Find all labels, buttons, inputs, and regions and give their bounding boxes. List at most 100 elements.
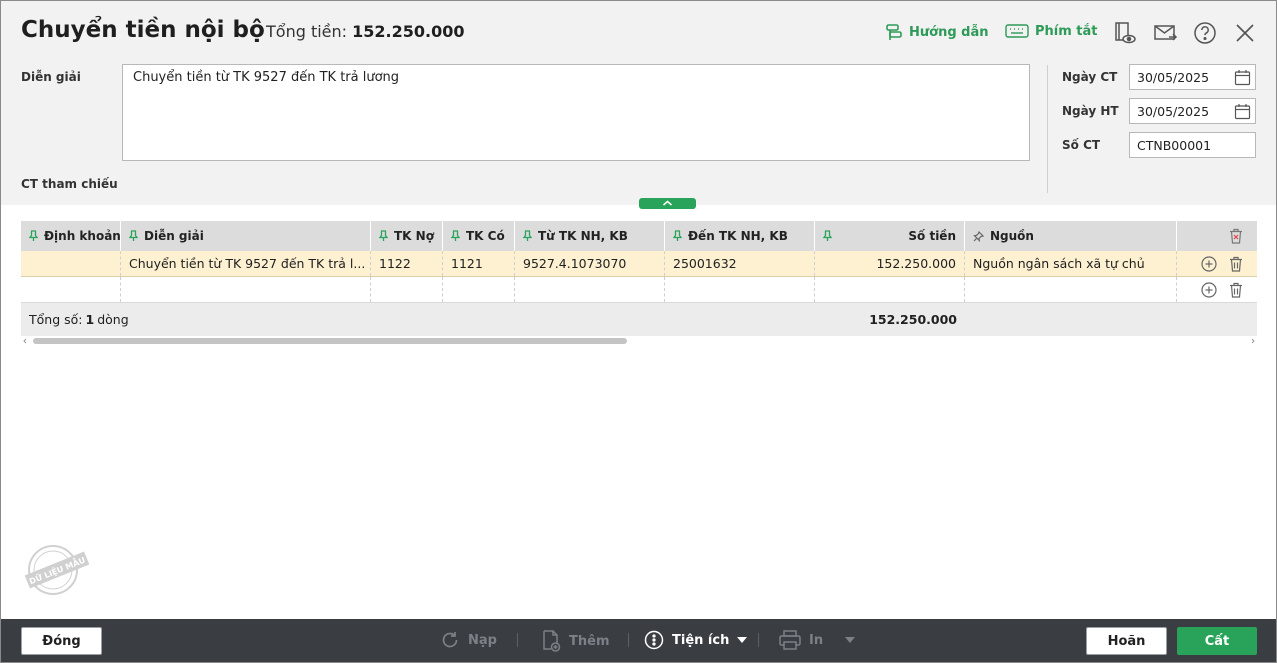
close-button[interactable]: Đóng — [21, 627, 102, 655]
table-row-empty[interactable] — [21, 277, 1257, 303]
collapse-toggle[interactable] — [639, 198, 696, 209]
pin-icon[interactable] — [29, 230, 38, 242]
signpost-icon — [886, 24, 902, 40]
page-title: Chuyển tiền nội bộ — [21, 17, 265, 43]
preview-icon[interactable] — [1112, 20, 1138, 46]
cell-from-account-empty[interactable] — [515, 277, 665, 302]
doc-no-field[interactable]: CTNB00001 — [1129, 132, 1256, 158]
save-button[interactable]: Cất — [1177, 627, 1257, 655]
cell-credit[interactable]: 1121 — [443, 251, 515, 276]
reference-label: CT tham chiếu — [21, 177, 118, 191]
cell-to-account-empty[interactable] — [665, 277, 815, 302]
delete-row-icon[interactable] — [1229, 256, 1243, 272]
email-icon[interactable] — [1152, 20, 1178, 46]
add-row-icon[interactable] — [1201, 281, 1217, 298]
amount-total: 152.250.000 — [869, 312, 957, 327]
column-header-entry[interactable]: Định khoản — [21, 221, 121, 251]
pin-icon[interactable] — [523, 230, 532, 242]
cell-amount[interactable]: 152.250.000 — [815, 251, 965, 276]
cell-entry-empty[interactable] — [21, 277, 121, 302]
cell-debit-empty[interactable] — [371, 277, 443, 302]
toolbar-separator — [517, 633, 518, 647]
scroll-thumb[interactable] — [33, 338, 627, 344]
transfer-dialog: Chuyển tiền nội bộ Tổng tiền: 152.250.00… — [0, 0, 1277, 663]
grid-footer-row: Tổng số: 1 dòng 152.250.000 — [21, 303, 1257, 336]
row-actions — [1177, 277, 1257, 302]
cell-description[interactable]: Chuyển tiền từ TK 9527 đến TK trả l... — [121, 251, 371, 276]
scroll-right-icon[interactable] — [1249, 337, 1257, 345]
row-actions — [1177, 251, 1257, 276]
cell-amount-empty[interactable] — [815, 277, 965, 302]
row-count-summary: Tổng số: 1 dòng — [29, 312, 129, 327]
column-header-to-account[interactable]: Đến TK NH, KB — [665, 221, 815, 251]
doc-date-value: 30/05/2025 — [1137, 70, 1210, 85]
accounting-grid: Định khoản Diễn giải TK Nợ TK Có Từ TK N… — [21, 221, 1257, 336]
print-button[interactable]: In — [779, 630, 856, 650]
bottom-toolbar: Đóng Nạp Thêm Tiện ích In Hoãn Cất — [1, 619, 1276, 662]
add-document-icon — [543, 630, 561, 652]
grid-header-row: Định khoản Diễn giải TK Nợ TK Có Từ TK N… — [21, 221, 1257, 251]
cell-source-empty[interactable] — [965, 277, 1177, 302]
table-row[interactable]: Chuyển tiền từ TK 9527 đến TK trả l... 1… — [21, 251, 1257, 277]
cell-entry[interactable] — [21, 251, 121, 276]
cell-credit-empty[interactable] — [443, 277, 515, 302]
doc-date-field[interactable]: 30/05/2025 — [1129, 64, 1256, 90]
description-label: Diễn giải — [21, 70, 81, 84]
column-header-from-account[interactable]: Từ TK NH, KB — [515, 221, 665, 251]
post-date-field[interactable]: 30/05/2025 — [1129, 98, 1256, 124]
description-textarea[interactable]: Chuyển tiền từ TK 9527 đến TK trả lương — [122, 64, 1030, 161]
pin-icon[interactable] — [129, 230, 138, 242]
column-header-credit[interactable]: TK Có — [443, 221, 515, 251]
post-date-label: Ngày HT — [1062, 104, 1119, 118]
shortcut-link[interactable]: Phím tắt — [1005, 23, 1098, 39]
toolbar-separator — [628, 633, 629, 647]
printer-icon — [779, 630, 801, 650]
cell-debit[interactable]: 1122 — [371, 251, 443, 276]
doc-no-value: CTNB00001 — [1137, 138, 1212, 153]
close-icon[interactable] — [1232, 20, 1258, 46]
chevron-up-icon — [663, 200, 672, 206]
reload-button[interactable]: Nạp — [440, 630, 497, 650]
help-icon[interactable] — [1192, 20, 1218, 46]
column-header-amount[interactable]: Số tiền — [815, 221, 965, 251]
utility-menu-button[interactable]: Tiện ích — [644, 630, 748, 650]
column-header-debit[interactable]: TK Nợ — [371, 221, 443, 251]
calendar-icon[interactable] — [1234, 103, 1251, 120]
more-options-icon — [644, 630, 664, 650]
form-header-area: Chuyển tiền nội bộ Tổng tiền: 152.250.00… — [1, 1, 1276, 205]
delete-all-icon — [1230, 228, 1242, 244]
doc-date-label: Ngày CT — [1062, 70, 1118, 84]
delete-row-icon[interactable] — [1229, 282, 1243, 298]
sample-data-stamp: DỮ LIỆU MẪU — [23, 544, 91, 602]
cell-from-account[interactable]: 9527.4.1073070 — [515, 251, 665, 276]
toolbar-separator — [758, 633, 759, 647]
guide-label: Hướng dẫn — [909, 24, 989, 40]
horizontal-scrollbar[interactable] — [21, 337, 1257, 345]
pin-icon[interactable] — [823, 230, 832, 242]
total-label: Tổng tiền: — [266, 22, 348, 41]
post-date-value: 30/05/2025 — [1137, 104, 1210, 119]
scroll-left-icon[interactable] — [21, 337, 29, 345]
calendar-icon[interactable] — [1234, 69, 1251, 86]
undo-button[interactable]: Hoãn — [1086, 627, 1167, 655]
dropdown-arrow-icon — [845, 637, 856, 643]
cell-source[interactable]: Nguồn ngân sách xã tự chủ — [965, 251, 1177, 276]
doc-no-label: Số CT — [1062, 138, 1101, 152]
pin-icon[interactable] — [451, 230, 460, 242]
form-divider — [1047, 65, 1048, 193]
total-value: 152.250.000 — [352, 22, 465, 41]
column-header-source[interactable]: Nguồn — [965, 221, 1177, 251]
add-button[interactable]: Thêm — [541, 630, 610, 652]
delete-all-rows-button[interactable] — [1177, 221, 1257, 251]
guide-link[interactable]: Hướng dẫn — [885, 23, 989, 41]
pin-unpinned-icon[interactable] — [973, 230, 984, 242]
add-row-icon[interactable] — [1201, 255, 1217, 272]
pin-icon[interactable] — [379, 230, 388, 242]
refresh-icon — [442, 632, 458, 648]
keyboard-icon — [1005, 24, 1029, 38]
dropdown-arrow-icon — [737, 637, 748, 643]
cell-description-empty[interactable] — [121, 277, 371, 302]
column-header-description[interactable]: Diễn giải — [121, 221, 371, 251]
pin-icon[interactable] — [673, 230, 682, 242]
cell-to-account[interactable]: 25001632 — [665, 251, 815, 276]
